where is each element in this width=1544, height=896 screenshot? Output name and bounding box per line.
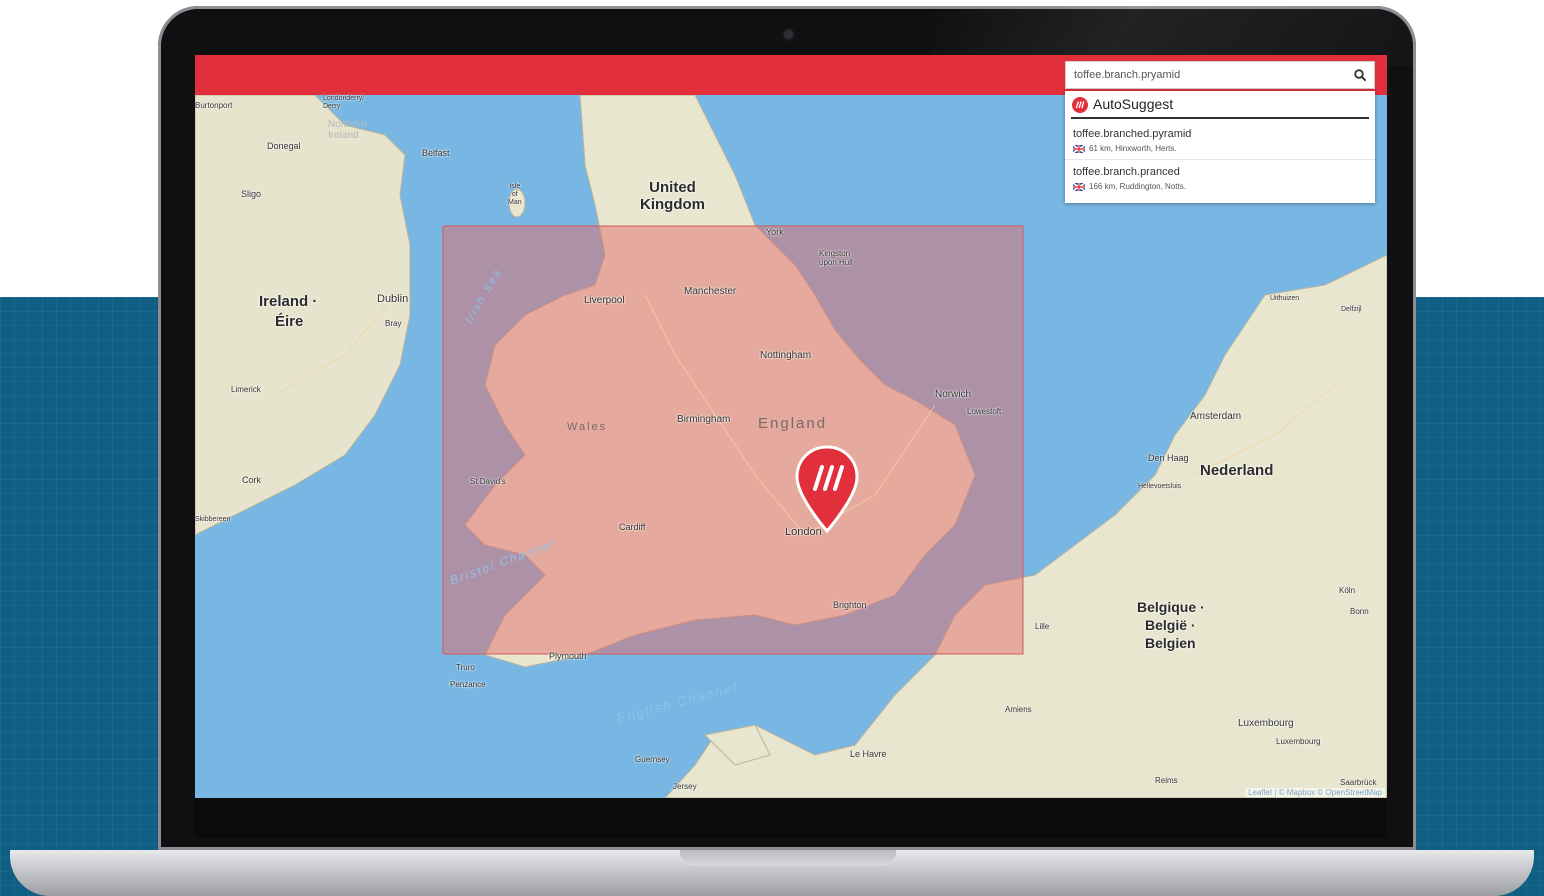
label-belfast: Belfast bbox=[422, 148, 450, 158]
label-cardiff: Cardiff bbox=[619, 522, 646, 532]
label-lille: Lille bbox=[1035, 622, 1050, 631]
label-reims: Reims bbox=[1155, 776, 1178, 785]
search-icon[interactable] bbox=[1353, 68, 1367, 82]
label-united-kingdom: United Kingdom bbox=[640, 179, 705, 213]
label-burtonport: Burtonport bbox=[195, 101, 233, 110]
label-den-haag: Den Haag bbox=[1148, 453, 1189, 463]
uk-flag-icon bbox=[1073, 182, 1085, 191]
label-donegal: Donegal bbox=[267, 141, 301, 151]
label-isle-of-man: Isle of Man bbox=[508, 183, 522, 206]
label-saarbrucken: Saarbrück bbox=[1340, 778, 1377, 787]
label-bray: Bray bbox=[385, 319, 402, 328]
label-uithuizen: Uithuizen bbox=[1270, 295, 1300, 302]
uk-flag-icon bbox=[1073, 144, 1085, 153]
camera-icon bbox=[784, 30, 793, 39]
suggestion-words: toffee.branched.pyramid bbox=[1073, 128, 1192, 140]
label-norwich: Norwich bbox=[935, 389, 972, 400]
label-belgique: Belgique · bbox=[1137, 599, 1205, 615]
suggestion-meta: 61 km, Hinxworth, Herts. bbox=[1089, 144, 1177, 153]
label-amsterdam: Amsterdam bbox=[1190, 411, 1242, 422]
label-delfzijl: Delfzijl bbox=[1341, 306, 1362, 313]
label-londonderry: Londonderry/ Derry bbox=[323, 95, 365, 110]
label-ireland: Ireland · bbox=[259, 293, 318, 310]
label-liverpool: Liverpool bbox=[584, 295, 625, 306]
map-attribution[interactable]: Leaflet | © Mapbox © OpenStreetMap bbox=[1245, 788, 1385, 797]
label-truro: Truro bbox=[456, 663, 475, 672]
suggestion-meta-row: 166 km, Ruddington, Notts. bbox=[1073, 182, 1367, 191]
search-input[interactable] bbox=[1066, 62, 1336, 88]
label-england: England bbox=[758, 415, 828, 432]
map-screen[interactable]: United Kingdom Ireland · Éire England Wa… bbox=[195, 55, 1387, 798]
label-lowestoft: Lowestoft bbox=[967, 407, 1002, 416]
autosuggest-panel: AutoSuggest toffee.branched.pyramid 61 k… bbox=[1065, 91, 1375, 203]
suggestion-item[interactable]: toffee.branch.pranced 166 km, Ruddington… bbox=[1065, 160, 1375, 197]
label-koln: Köln bbox=[1339, 586, 1356, 595]
label-cork: Cork bbox=[242, 475, 262, 485]
suggestion-item[interactable]: toffee.branched.pyramid 61 km, Hinxworth… bbox=[1065, 122, 1375, 159]
autosuggest-header: AutoSuggest bbox=[1071, 93, 1369, 119]
label-luxembourg-city: Luxembourg bbox=[1276, 737, 1321, 746]
label-luxembourg: Luxembourg bbox=[1238, 718, 1294, 729]
suggestion-words: toffee.branch.pranced bbox=[1073, 166, 1180, 178]
label-nederland: Nederland bbox=[1200, 462, 1274, 479]
label-brighton: Brighton bbox=[833, 600, 867, 610]
label-hellevoetsluis: Hellevoetsluis bbox=[1138, 483, 1182, 490]
label-guernsey: Guernsey bbox=[635, 755, 670, 764]
suggestion-meta: 166 km, Ruddington, Notts. bbox=[1089, 182, 1186, 191]
label-nottingham: Nottingham bbox=[760, 350, 812, 361]
label-dublin: Dublin bbox=[377, 293, 409, 305]
suggestion-meta-row: 61 km, Hinxworth, Herts. bbox=[1073, 144, 1367, 153]
label-jersey: Jersey bbox=[673, 782, 697, 791]
label-belgie: België · bbox=[1145, 617, 1196, 633]
autosuggest-title: AutoSuggest bbox=[1093, 96, 1174, 112]
label-birmingham: Birmingham bbox=[677, 414, 731, 425]
laptop-notch bbox=[680, 850, 896, 866]
label-bonn: Bonn bbox=[1350, 607, 1369, 616]
label-sligo: Sligo bbox=[241, 189, 262, 199]
label-york: York bbox=[766, 227, 784, 237]
label-amiens: Amiens bbox=[1005, 705, 1032, 714]
label-plymouth: Plymouth bbox=[549, 651, 587, 661]
label-kingston: Kingston upon Hull bbox=[819, 249, 853, 267]
label-limerick: Limerick bbox=[231, 385, 261, 394]
label-penzance: Penzance bbox=[450, 680, 486, 689]
label-wales: Wales bbox=[567, 421, 608, 433]
label-northern-ireland: Northern Ireland bbox=[328, 119, 367, 141]
label-manchester: Manchester bbox=[684, 286, 737, 297]
search-box[interactable] bbox=[1065, 61, 1375, 89]
label-le-havre: Le Havre bbox=[850, 749, 887, 759]
label-eire: Éire bbox=[275, 313, 304, 330]
laptop-bezel bbox=[195, 798, 1387, 838]
what3words-logo-icon bbox=[1072, 97, 1088, 113]
label-skibbereen: Skibbereen bbox=[195, 516, 231, 523]
label-belgien: Belgien bbox=[1145, 635, 1196, 651]
location-pin-icon[interactable] bbox=[795, 445, 859, 533]
label-st-davids: St David's bbox=[470, 477, 506, 486]
